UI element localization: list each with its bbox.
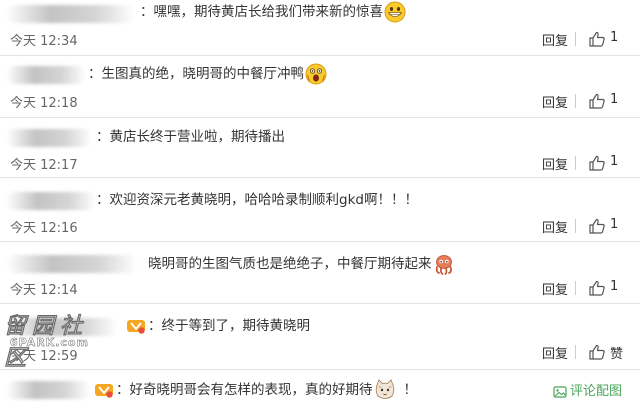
- blurred-username: [6, 66, 86, 84]
- comment-text: ：欢迎资深元老黄晓明，哈哈哈录制顺利gkd啊！！！: [96, 192, 418, 208]
- blurred-username: [6, 255, 138, 273]
- thumbs-up-icon: [589, 93, 605, 109]
- reply-button[interactable]: 回复: [542, 217, 568, 236]
- like-count: 1: [610, 30, 619, 45]
- comment-item: 晓明哥的生图气质也是绝绝子，中餐厅期待起来 今天 12:14 回复 1: [0, 242, 640, 304]
- comment-text: ：黄店长终于营业啦，期待播出: [96, 129, 285, 145]
- comment-text-row: ：黄店长终于营业啦，期待播出: [96, 127, 285, 147]
- comment-text: ：终于等到了，期待黄晓明: [148, 318, 310, 334]
- comment-time: 今天 12:17: [10, 158, 78, 173]
- divider: [575, 281, 576, 295]
- shocked-emoji: [305, 63, 327, 85]
- vip-badge-icon: [127, 320, 145, 334]
- like-button[interactable]: 1: [588, 217, 628, 235]
- thumbs-up-icon: [589, 280, 605, 296]
- like-count: 1: [610, 92, 619, 107]
- reply-button[interactable]: 回复: [542, 343, 568, 362]
- config-image-label: 评论配图: [569, 384, 622, 399]
- blurred-username: [6, 5, 134, 23]
- divider: [575, 219, 576, 233]
- comment-text-tail: ！: [403, 382, 418, 398]
- thumbs-up-icon: [589, 31, 605, 47]
- comment-text-row: ：欢迎资深元老黄晓明，哈哈哈录制顺利gkd啊！！！: [96, 190, 418, 210]
- reply-button[interactable]: 回复: [542, 30, 568, 49]
- reply-button[interactable]: 回复: [542, 279, 568, 298]
- reply-button[interactable]: 回复: [542, 154, 568, 173]
- blurred-username: [6, 381, 90, 399]
- divider: [575, 345, 576, 359]
- comment-text-row: ：嘿嘿，期待黄店长给我们带来新的惊喜: [140, 1, 406, 23]
- comment-text: ：生图真的绝，晓明哥的中餐厅冲鸭: [88, 66, 304, 82]
- like-button[interactable]: 1: [588, 279, 628, 297]
- vip-badge-icon: [95, 384, 113, 398]
- comment-item: ：生图真的绝，晓明哥的中餐厅冲鸭 今天 12:18 回复 1: [0, 56, 640, 118]
- thumbs-up-icon: [589, 155, 605, 171]
- comment-item: ：嘿嘿，期待黄店长给我们带来新的惊喜 今天 12:34 回复 1: [0, 0, 640, 56]
- comment-time: 今天 12:16: [10, 221, 78, 236]
- comment-time: 今天 12:34: [10, 34, 78, 49]
- comment-time: 今天 12:14: [10, 283, 78, 298]
- comment-text: ：嘿嘿，期待黄店长给我们带来新的惊喜: [140, 4, 383, 20]
- like-count: 1: [610, 279, 619, 294]
- blurred-username: [6, 129, 92, 147]
- config-image-link[interactable]: 评论配图: [553, 380, 622, 399]
- comment-text: 晓明哥的生图气质也是绝绝子，中餐厅期待起来: [148, 256, 432, 272]
- grin-emoji: [384, 1, 406, 23]
- like-button[interactable]: 1: [588, 92, 628, 110]
- comment-item: ：好奇晓明哥会有怎样的表现，真的好期待 ！ 评论配图: [0, 370, 640, 408]
- comment-text-row: ：生图真的绝，晓明哥的中餐厅冲鸭: [88, 63, 327, 85]
- watermark-english: 6PARK.com: [10, 336, 89, 350]
- comment-text-row: 晓明哥的生图气质也是绝绝子，中餐厅期待起来: [148, 253, 455, 275]
- comment-text: ：好奇晓明哥会有怎样的表现，真的好期待: [116, 382, 373, 398]
- like-count: 1: [610, 154, 619, 169]
- like-count: 赞: [610, 347, 624, 362]
- blurred-username: [6, 192, 96, 210]
- comment-text-row: ：终于等到了，期待黄晓明: [126, 316, 310, 336]
- site-watermark: 留园社区 6PARK.com: [3, 308, 108, 371]
- comment-text-row: ：好奇晓明哥会有怎样的表现，真的好期待 ！: [94, 379, 417, 401]
- like-button[interactable]: 1: [588, 30, 628, 48]
- divider: [575, 156, 576, 170]
- thumbs-up-icon: [589, 344, 605, 360]
- comment-item: ：黄店长终于营业啦，期待播出 今天 12:17 回复 1: [0, 118, 640, 178]
- thumbs-up-icon: [589, 218, 605, 234]
- divider: [575, 32, 576, 46]
- like-button[interactable]: 1: [588, 154, 628, 172]
- comment-item: ：欢迎资深元老黄晓明，哈哈哈录制顺利gkd啊！！！ 今天 12:16 回复 1: [0, 178, 640, 242]
- divider: [575, 94, 576, 108]
- cat-emoji: [375, 379, 394, 399]
- like-button[interactable]: 赞: [588, 343, 628, 362]
- reply-button[interactable]: 回复: [542, 92, 568, 111]
- like-count: 1: [610, 217, 619, 232]
- image-icon: [553, 385, 567, 398]
- comment-time: 今天 12:18: [10, 96, 78, 111]
- octopus-emoji: [435, 255, 452, 275]
